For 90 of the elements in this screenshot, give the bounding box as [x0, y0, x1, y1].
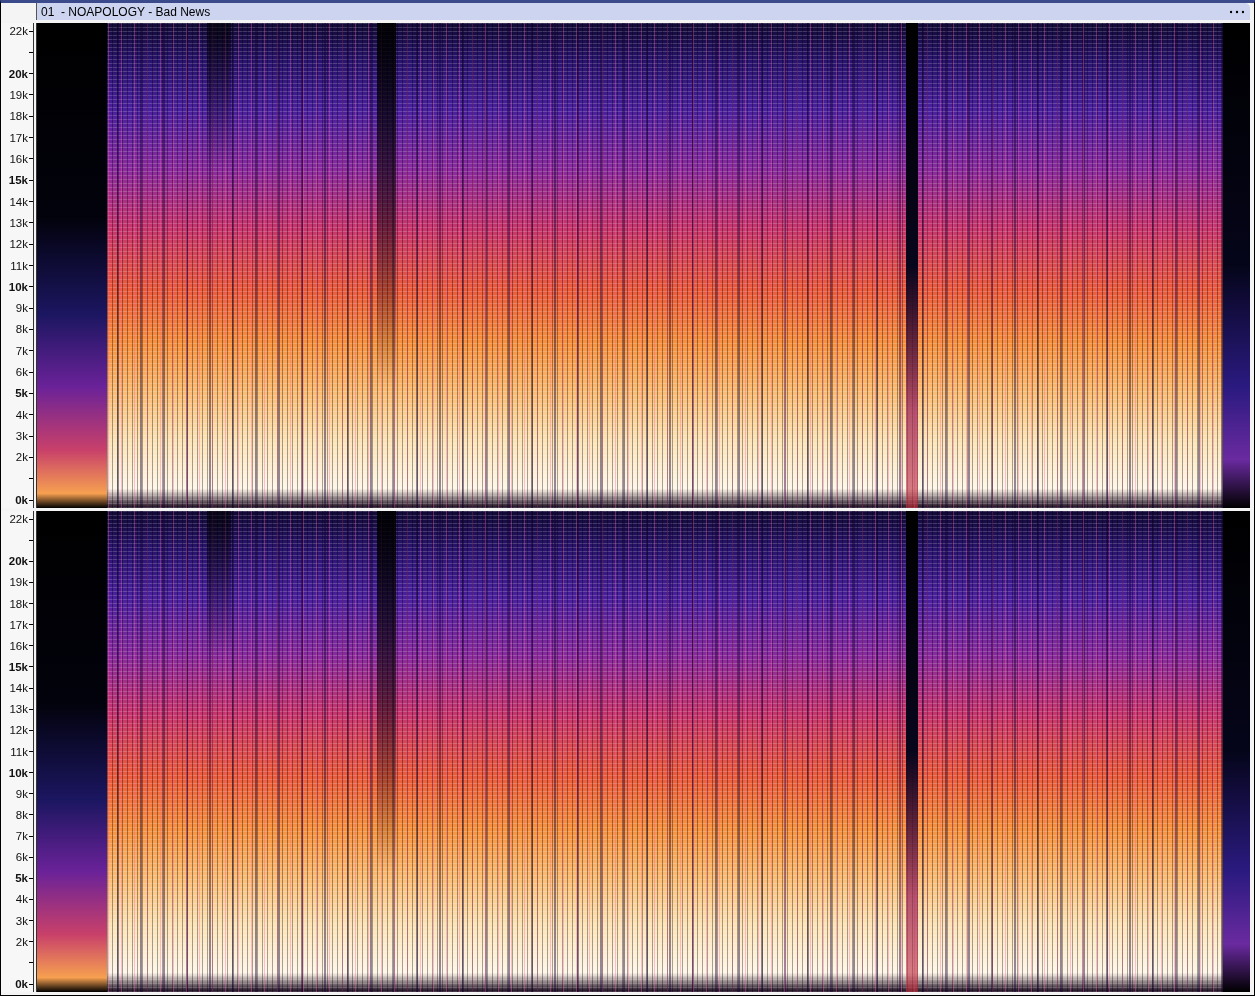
- tick-mark: [29, 581, 33, 583]
- tick-mark: [29, 286, 33, 288]
- axis-label: 3k: [15, 914, 28, 927]
- axis-label: 0k: [15, 978, 28, 990]
- axis-label: 17k: [9, 131, 28, 144]
- tick-mark: [29, 414, 33, 416]
- axis-label: 11k: [10, 259, 28, 272]
- tick-mark: [29, 708, 33, 710]
- tick-mark: [29, 941, 33, 943]
- axis-label: 20k: [8, 67, 28, 80]
- axis-label: 16k: [9, 152, 28, 165]
- tick-mark: [29, 179, 33, 181]
- tick-mark: [29, 539, 33, 541]
- tick-mark: [29, 666, 33, 668]
- tick-mark: [29, 222, 33, 224]
- axis-label: 7k: [15, 830, 28, 843]
- axis-label: 18k: [9, 597, 28, 610]
- tick-mark: [29, 793, 33, 795]
- tick-mark: [29, 307, 33, 309]
- tick-mark: [29, 751, 33, 752]
- tick-mark: [29, 137, 33, 139]
- tick-mark: [29, 814, 33, 816]
- tick-mark: [29, 478, 33, 480]
- axis-label: 16k: [9, 639, 28, 652]
- axis-label: 19k: [9, 88, 28, 101]
- tick-mark: [29, 499, 33, 501]
- axis-label: 4k: [15, 893, 28, 906]
- axis-label: 15k: [8, 660, 28, 673]
- axis-label: 2k: [15, 935, 28, 948]
- axis-label: 13k: [9, 703, 28, 716]
- tick-mark: [29, 243, 33, 245]
- tick-mark: [29, 328, 33, 330]
- tick-mark: [29, 518, 33, 520]
- axis-label: 22k: [9, 25, 28, 37]
- tick-mark: [29, 603, 33, 605]
- tick-mark: [29, 983, 33, 985]
- axis-label: 17k: [9, 618, 28, 631]
- tick-mark: [29, 350, 33, 352]
- axis-label: 13k: [9, 216, 28, 229]
- axis-label: 7k: [15, 344, 28, 357]
- tick-mark: [29, 115, 33, 117]
- axis-label: 5k: [15, 872, 28, 885]
- axis-label: 12k: [9, 238, 28, 251]
- tick-mark: [29, 624, 33, 626]
- tick-mark: [29, 962, 33, 964]
- track-title: 01 - NOAPOLOGY - Bad News: [41, 4, 211, 19]
- tick-mark: [29, 201, 33, 203]
- axis-label: 0k: [15, 494, 28, 506]
- tick-mark: [29, 73, 33, 75]
- axis-label: 3k: [15, 430, 28, 443]
- tick-mark: [29, 265, 33, 266]
- axis-label: 19k: [9, 576, 28, 589]
- tick-mark: [29, 560, 33, 562]
- axis-label: 11k: [10, 745, 28, 758]
- axis-label: 20k: [8, 555, 28, 568]
- axis-label: 9k: [15, 787, 28, 800]
- tick-mark: [29, 371, 33, 373]
- axis-label: 12k: [9, 724, 28, 737]
- tick-mark: [29, 877, 33, 879]
- axis-label: 8k: [15, 808, 28, 821]
- axis-label: 18k: [9, 110, 28, 123]
- axis-label: 4k: [15, 408, 28, 421]
- tick-mark: [29, 920, 33, 922]
- tick-mark: [29, 898, 33, 900]
- tick-mark: [29, 645, 33, 647]
- tick-mark: [29, 158, 33, 160]
- axis-label: 10k: [8, 766, 28, 779]
- axis-label: 15k: [8, 174, 28, 187]
- tick-mark: [29, 30, 33, 32]
- axis-label: 14k: [9, 682, 28, 695]
- axis-label: 5k: [15, 387, 28, 400]
- tick-mark: [29, 51, 33, 53]
- tick-mark: [29, 392, 33, 394]
- axis-label: 22k: [9, 513, 28, 525]
- tick-mark: [29, 772, 33, 774]
- tick-mark: [29, 687, 33, 689]
- tick-mark: [29, 435, 33, 437]
- axis-label: 8k: [15, 323, 28, 336]
- menu-icon[interactable]: [1230, 9, 1244, 14]
- axis-label: 14k: [9, 195, 28, 208]
- axis-label: 10k: [8, 280, 28, 293]
- tick-mark: [29, 729, 33, 731]
- tick-mark: [29, 856, 33, 858]
- axis-label: 2k: [15, 451, 28, 464]
- axis-label: 6k: [15, 366, 28, 379]
- tick-mark: [29, 456, 33, 458]
- tick-mark: [29, 94, 33, 96]
- tick-mark: [29, 835, 33, 837]
- axis-label: 6k: [15, 851, 28, 864]
- axis-label: 9k: [15, 302, 28, 315]
